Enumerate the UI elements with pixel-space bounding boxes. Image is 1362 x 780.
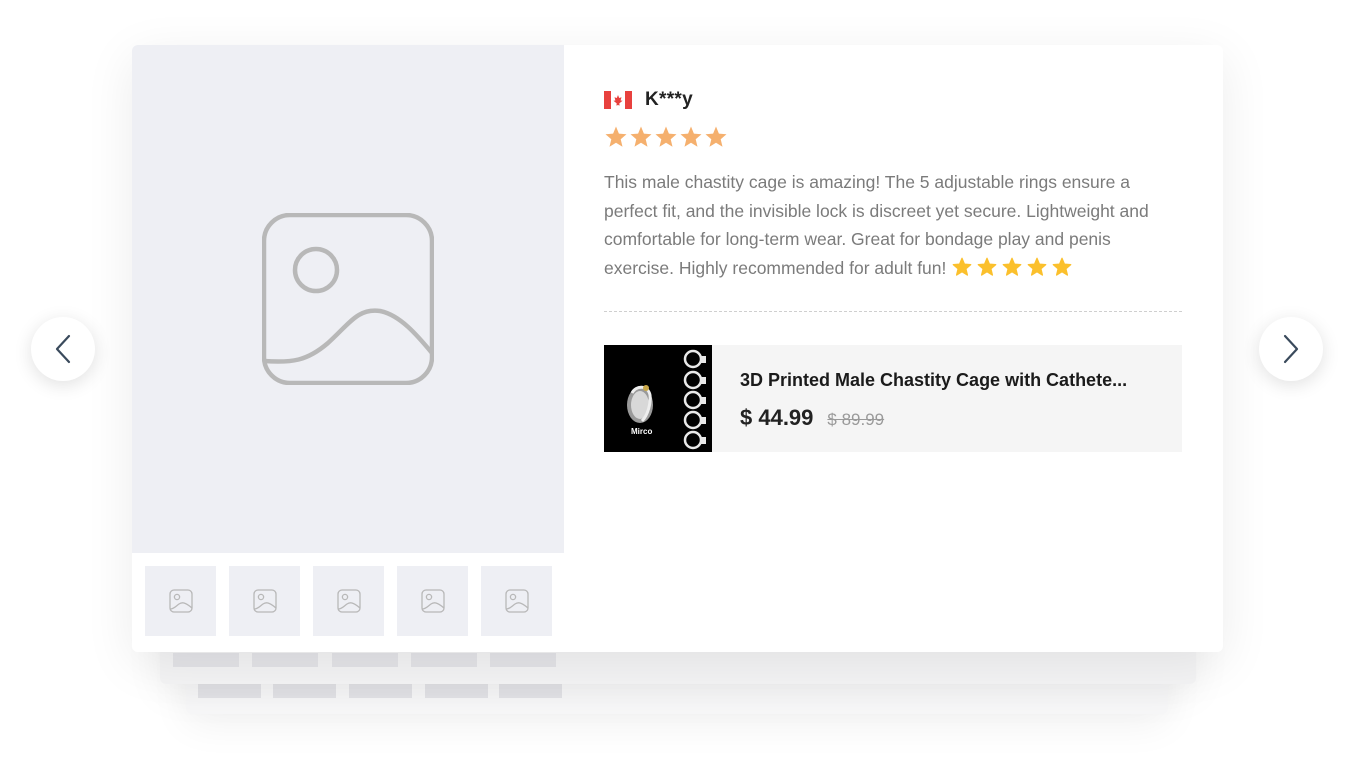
stacked-card-bar xyxy=(349,684,412,698)
thumbnail[interactable] xyxy=(481,566,552,636)
image-placeholder-icon xyxy=(168,589,193,613)
image-placeholder-icon xyxy=(504,589,529,613)
review-media xyxy=(132,45,564,652)
rating-stars xyxy=(604,125,728,149)
emoji-star-icon xyxy=(978,257,997,276)
thumbnail-strip xyxy=(145,566,552,636)
canada-flag-icon xyxy=(604,91,632,109)
thumbnail[interactable] xyxy=(145,566,216,636)
emoji-star-icon xyxy=(953,257,972,276)
image-placeholder-icon xyxy=(252,589,277,613)
price-row: $ 44.99 $ 89.99 xyxy=(740,405,884,431)
product-title[interactable]: 3D Printed Male Chastity Cage with Cathe… xyxy=(740,370,1160,391)
star-icon xyxy=(605,126,627,147)
image-placeholder-icon xyxy=(420,589,445,613)
stacked-card-bar xyxy=(411,653,477,667)
review-main-image[interactable] xyxy=(132,45,564,553)
stacked-card-bar xyxy=(273,684,336,698)
product-price: $ 44.99 xyxy=(740,405,814,430)
stacked-card-bar xyxy=(499,684,562,698)
star-icon xyxy=(680,126,702,147)
stacked-card-bar xyxy=(173,653,239,667)
chevron-left-icon xyxy=(55,334,71,364)
reviewer: K***y xyxy=(604,89,693,111)
image-placeholder-icon xyxy=(336,589,361,613)
emoji-star-icon xyxy=(1053,257,1072,276)
thumbnail[interactable] xyxy=(397,566,468,636)
product-image: Mirco xyxy=(604,345,712,452)
star-icon xyxy=(655,126,677,147)
review-card: K***y This male chastity cage is amazing… xyxy=(132,45,1223,652)
image-placeholder-icon xyxy=(262,213,434,385)
chevron-right-icon xyxy=(1283,334,1299,364)
thumbnail[interactable] xyxy=(313,566,384,636)
star-icon xyxy=(630,126,652,147)
emoji-star-icon xyxy=(1003,257,1022,276)
stacked-card-bar xyxy=(252,653,318,667)
reviewer-name: K***y xyxy=(645,89,693,110)
next-review-button[interactable] xyxy=(1259,317,1323,381)
emoji-star-icon xyxy=(1028,257,1047,276)
divider xyxy=(604,311,1182,312)
emoji-stars xyxy=(952,257,1072,277)
previous-review-button[interactable] xyxy=(31,317,95,381)
stacked-card-bar xyxy=(490,653,556,667)
star-icon xyxy=(705,126,727,147)
product-original-price: $ 89.99 xyxy=(827,410,885,429)
stacked-card-bar xyxy=(198,684,261,698)
chastity-cage-product-icon xyxy=(604,345,712,452)
stacked-card-bar xyxy=(425,684,488,698)
product-link[interactable]: Mirco 3D Printed Male Chastity Cage with… xyxy=(604,345,1182,452)
stacked-card-bar xyxy=(332,653,398,667)
thumbnail[interactable] xyxy=(229,566,300,636)
review-text: This male chastity cage is amazing! The … xyxy=(604,168,1184,282)
product-image-label: Mirco xyxy=(631,427,653,436)
